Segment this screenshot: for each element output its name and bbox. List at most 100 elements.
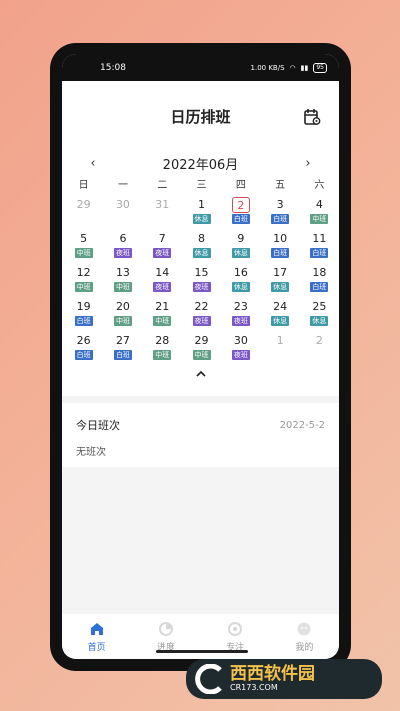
calendar-day-cell[interactable]: 22 夜班 <box>182 297 221 331</box>
day-number: 2 <box>315 334 323 347</box>
day-number: 14 <box>155 266 170 279</box>
shift-tag: 夜班 <box>113 248 132 258</box>
calendar-day-cell[interactable]: 18 白班 <box>300 263 339 297</box>
shift-tag: 夜班 <box>153 282 172 292</box>
shift-tag: 休息 <box>310 316 329 326</box>
shift-tag: 休息 <box>192 214 211 224</box>
day-number: 26 <box>76 334 91 347</box>
calendar-day-cell[interactable]: 6 夜班 <box>103 229 142 263</box>
calendar-settings-icon[interactable] <box>303 108 321 126</box>
day-number: 23 <box>233 300 248 313</box>
tab-profile[interactable]: 我的 <box>270 614 339 659</box>
calendar-day-cell[interactable]: 15 夜班 <box>182 263 221 297</box>
app-screen: 15:08 1.00 KB/S ◠ ▮▮ 95 日历排班 ‹ 2022年06月 <box>62 54 339 659</box>
shift-tag: 夜班 <box>231 350 250 360</box>
day-number: 4 <box>315 198 323 211</box>
calendar-day-cell[interactable]: 12 中班 <box>64 263 103 297</box>
calendar-day-cell[interactable]: 8 休息 <box>182 229 221 263</box>
shift-tag: 夜班 <box>192 316 211 326</box>
next-month-button[interactable]: › <box>301 156 315 171</box>
calendar-day-cell[interactable]: 1 <box>260 331 299 365</box>
weekday-label: 六 <box>314 180 325 191</box>
calendar-day-cell[interactable]: 4 中班 <box>300 195 339 229</box>
day-number: 9 <box>237 232 245 245</box>
day-number: 28 <box>155 334 170 347</box>
calendar-day-cell[interactable]: 11 白班 <box>300 229 339 263</box>
day-number: 6 <box>119 232 127 245</box>
day-number: 15 <box>194 266 209 279</box>
calendar-day-cell[interactable]: 10 白班 <box>260 229 299 263</box>
calendar-day-cell[interactable]: 16 休息 <box>221 263 260 297</box>
calendar-day-cell[interactable]: 5 中班 <box>64 229 103 263</box>
calendar-grid: 29 30 31 1 休息 2 白班 3 白班 4 中班 5 中班 6 夜班 7 夜班 8 休息 9 休息 10 白班 11 白… <box>62 195 339 365</box>
chevron-up-icon <box>195 370 206 377</box>
shift-tag: 白班 <box>113 350 132 360</box>
shift-tag: 白班 <box>271 214 290 224</box>
calendar-day-cell[interactable]: 29 <box>64 195 103 229</box>
status-bar: 15:08 1.00 KB/S ◠ ▮▮ 95 <box>62 54 339 81</box>
calendar-day-cell[interactable]: 25 休息 <box>300 297 339 331</box>
calendar-day-cell[interactable]: 1 休息 <box>182 195 221 229</box>
day-number: 5 <box>80 232 88 245</box>
day-number: 31 <box>155 198 170 211</box>
month-label: 2022年06月 <box>162 157 239 173</box>
weekday-label: 二 <box>157 180 168 191</box>
calendar-day-cell[interactable]: 19 白班 <box>64 297 103 331</box>
calendar-day-cell[interactable]: 2 <box>300 331 339 365</box>
battery-icon: 95 <box>313 62 327 73</box>
calendar-day-cell[interactable]: 30 夜班 <box>221 331 260 365</box>
network-speed: 1.00 KB/S <box>250 63 285 72</box>
home-indicator <box>156 650 248 653</box>
signal-icon: ▮▮ <box>300 63 309 72</box>
calendar-day-cell[interactable]: 20 中班 <box>103 297 142 331</box>
tab-home[interactable]: 首页 <box>62 614 131 659</box>
day-number: 3 <box>276 198 284 211</box>
day-number: 8 <box>198 232 206 245</box>
shift-tag: 休息 <box>231 248 250 258</box>
prev-month-button[interactable]: ‹ <box>86 156 100 171</box>
shift-tag: 白班 <box>74 350 93 360</box>
month-navigator: ‹ 2022年06月 › <box>62 151 339 175</box>
page-title: 日历排班 <box>170 107 231 126</box>
today-shift-card[interactable]: 今日班次 2022-5-2 无班次 <box>62 403 339 467</box>
calendar-day-cell[interactable]: 3 白班 <box>260 195 299 229</box>
tab-home-label: 首页 <box>87 642 106 653</box>
shift-tag: 中班 <box>153 316 172 326</box>
shift-tag: 夜班 <box>192 282 211 292</box>
shift-tag: 休息 <box>192 248 211 258</box>
calendar-day-cell[interactable]: 14 夜班 <box>143 263 182 297</box>
shift-tag: 中班 <box>74 282 93 292</box>
day-number: 1 <box>198 198 206 211</box>
shift-tag: 白班 <box>310 248 329 258</box>
wifi-icon: ◠ <box>289 63 296 72</box>
day-number: 12 <box>76 266 91 279</box>
day-number: 10 <box>273 232 288 245</box>
calendar-day-cell[interactable]: 21 中班 <box>143 297 182 331</box>
day-number: 24 <box>273 300 288 313</box>
shift-tag: 中班 <box>74 248 93 258</box>
calendar-day-cell[interactable]: 26 白班 <box>64 331 103 365</box>
tab-profile-label: 我的 <box>295 642 314 653</box>
shift-tag: 白班 <box>310 282 329 292</box>
watermark-logo-icon <box>195 664 222 694</box>
calendar-day-cell[interactable]: 23 夜班 <box>221 297 260 331</box>
calendar-day-cell[interactable]: 7 夜班 <box>143 229 182 263</box>
calendar-day-cell[interactable]: 29 中班 <box>182 331 221 365</box>
collapse-calendar-button[interactable] <box>62 365 339 383</box>
day-number: 27 <box>115 334 130 347</box>
calendar-day-cell[interactable]: 2 白班 <box>221 195 260 229</box>
day-number: 30 <box>115 198 130 211</box>
calendar-day-cell[interactable]: 17 休息 <box>260 263 299 297</box>
calendar-day-cell[interactable]: 28 中班 <box>143 331 182 365</box>
phone-frame: 15:08 1.00 KB/S ◠ ▮▮ 95 日历排班 ‹ 2022年06月 <box>50 43 351 671</box>
calendar-day-cell[interactable]: 9 休息 <box>221 229 260 263</box>
shift-tag: 白班 <box>271 248 290 258</box>
calendar-day-cell[interactable]: 31 <box>143 195 182 229</box>
shift-tag: 白班 <box>231 214 250 224</box>
calendar-day-cell[interactable]: 13 中班 <box>103 263 142 297</box>
calendar-day-cell[interactable]: 27 白班 <box>103 331 142 365</box>
calendar-day-cell[interactable]: 30 <box>103 195 142 229</box>
today-shift-empty: 无班次 <box>76 447 106 458</box>
weekday-label: 一 <box>117 180 128 191</box>
calendar-day-cell[interactable]: 24 休息 <box>260 297 299 331</box>
